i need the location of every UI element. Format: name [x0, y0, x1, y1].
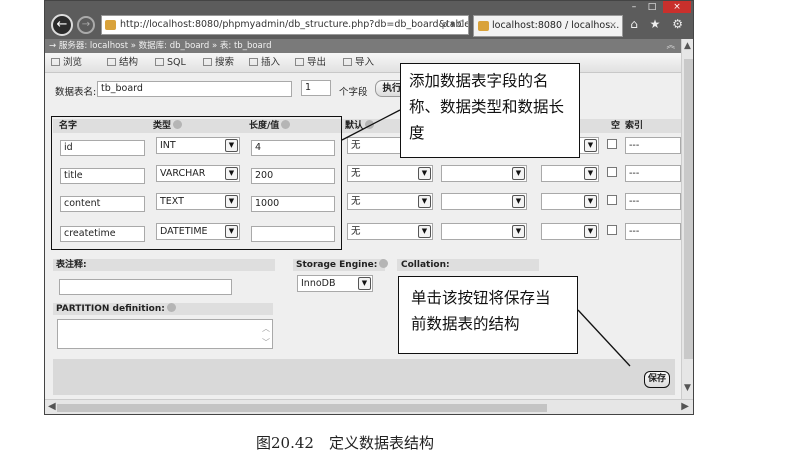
annotation-leader-lines — [341, 109, 631, 367]
save-leader-line — [577, 309, 631, 367]
figure-caption: 图20.42 定义数据表结构 — [256, 434, 434, 452]
fields-leader-line — [341, 109, 401, 141]
